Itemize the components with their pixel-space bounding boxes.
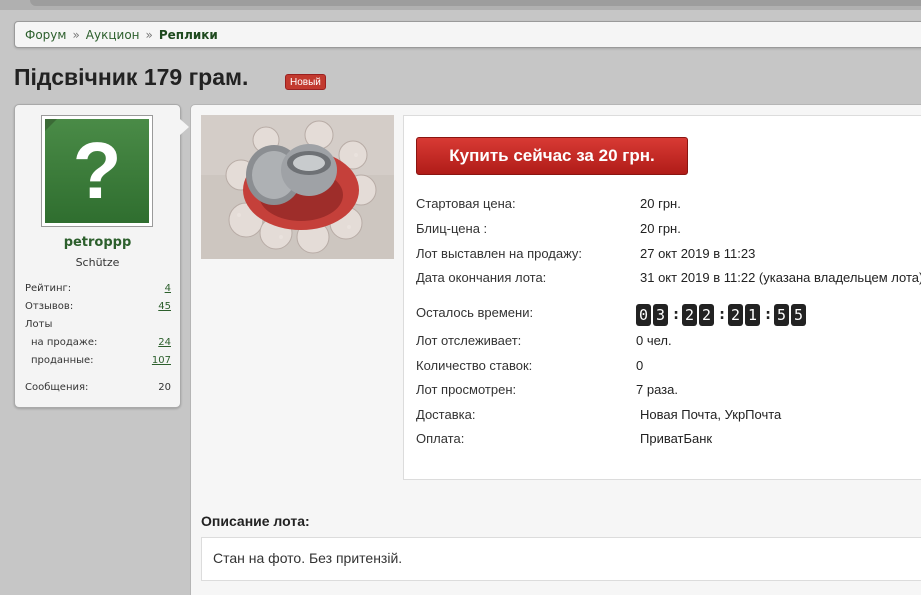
blitz-value: 20 грн.	[640, 221, 681, 236]
rating-link[interactable]: 4	[165, 283, 171, 294]
blitz-label: Блиц-цена :	[416, 221, 488, 236]
listed-label: Лот выставлен на продажу:	[416, 246, 583, 261]
countdown-digit: 2	[699, 304, 714, 326]
avatar[interactable]: ?	[41, 115, 153, 227]
countdown-colon: :	[719, 307, 725, 323]
breadcrumb-separator: »	[72, 27, 80, 42]
on-sale-label: на продаже:	[31, 336, 98, 348]
user-card: ? petroppp Schütze Рейтинг: 4 Отзывов: 45 …	[14, 104, 189, 408]
countdown-digit: 2	[682, 304, 697, 326]
sold-link[interactable]: 107	[152, 355, 171, 366]
breadcrumb: Форум » Аукцион » Реплики	[14, 21, 921, 48]
reviews-label: Отзывов:	[25, 300, 74, 312]
lot-photo[interactable]	[201, 115, 394, 259]
listed-value: 27 окт 2019 в 11:23	[640, 246, 756, 261]
card-arrow	[180, 119, 189, 135]
end-date-label: Дата окончания лота:	[416, 270, 547, 285]
lots-label: Лоты	[25, 318, 53, 330]
countdown-colon: :	[765, 307, 771, 323]
lot-info: Купить сейчас за 20 грн. Стартовая цена:…	[403, 115, 921, 480]
new-badge: Новый	[285, 74, 326, 90]
end-date-value: 31 окт 2019 в 11:22 (указана владельцем …	[640, 270, 921, 285]
delivery-label: Доставка:	[416, 407, 476, 422]
buy-now-button[interactable]: Купить сейчас за 20 грн.	[416, 137, 688, 175]
payment-label: Оплата:	[416, 431, 465, 446]
on-sale-link[interactable]: 24	[158, 337, 171, 348]
watchers-value: 0 чел.	[636, 333, 672, 348]
views-value: 7 раза.	[636, 382, 678, 397]
messages-label: Сообщения:	[25, 381, 89, 393]
bids-label: Количество ставок:	[416, 358, 533, 373]
user-stats: Рейтинг: 4 Отзывов: 45 Лоты на продаже: 24 …	[25, 279, 171, 396]
reviews-link[interactable]: 45	[158, 301, 171, 312]
views-label: Лот просмотрен:	[416, 382, 517, 397]
user-title: Schütze	[75, 256, 120, 269]
time-left-label: Осталось времени:	[416, 305, 534, 320]
start-price-label: Стартовая цена:	[416, 196, 516, 211]
start-price-value: 20 грн.	[640, 196, 681, 211]
delivery-value: Новая Почта, УкрПочта	[640, 407, 782, 422]
messages-count: 20	[158, 381, 171, 393]
lot-panel: Купить сейчас за 20 грн. Стартовая цена:…	[190, 104, 921, 595]
countdown-digit: 5	[791, 304, 806, 326]
countdown-digit: 0	[636, 304, 651, 326]
question-mark-icon: ?	[72, 126, 122, 215]
countdown-digit: 2	[728, 304, 743, 326]
page-title: Підсвічник 179 грам.	[14, 64, 249, 90]
rating-label: Рейтинг:	[25, 282, 72, 294]
countdown-digit: 3	[653, 304, 668, 326]
countdown-timer: 0 3 : 2 2 : 2 1 : 5 5	[636, 304, 808, 326]
countdown-digit: 5	[774, 304, 789, 326]
countdown-digit: 1	[745, 304, 760, 326]
description-text: Стан на фото. Без притензій.	[201, 537, 921, 581]
bids-value: 0	[636, 358, 644, 373]
breadcrumb-auction[interactable]: Аукцион	[86, 28, 140, 42]
top-bar	[0, 0, 921, 10]
payment-value: ПриватБанк	[640, 431, 713, 446]
breadcrumb-forum[interactable]: Форум	[25, 28, 66, 42]
breadcrumb-current[interactable]: Реплики	[159, 28, 218, 42]
countdown-colon: :	[673, 307, 679, 323]
sold-label: проданные:	[31, 354, 94, 366]
breadcrumb-separator: »	[145, 27, 153, 42]
watchers-label: Лот отслеживает:	[416, 333, 522, 348]
username[interactable]: petroppp	[15, 235, 180, 250]
description-title: Описание лота:	[201, 513, 310, 529]
